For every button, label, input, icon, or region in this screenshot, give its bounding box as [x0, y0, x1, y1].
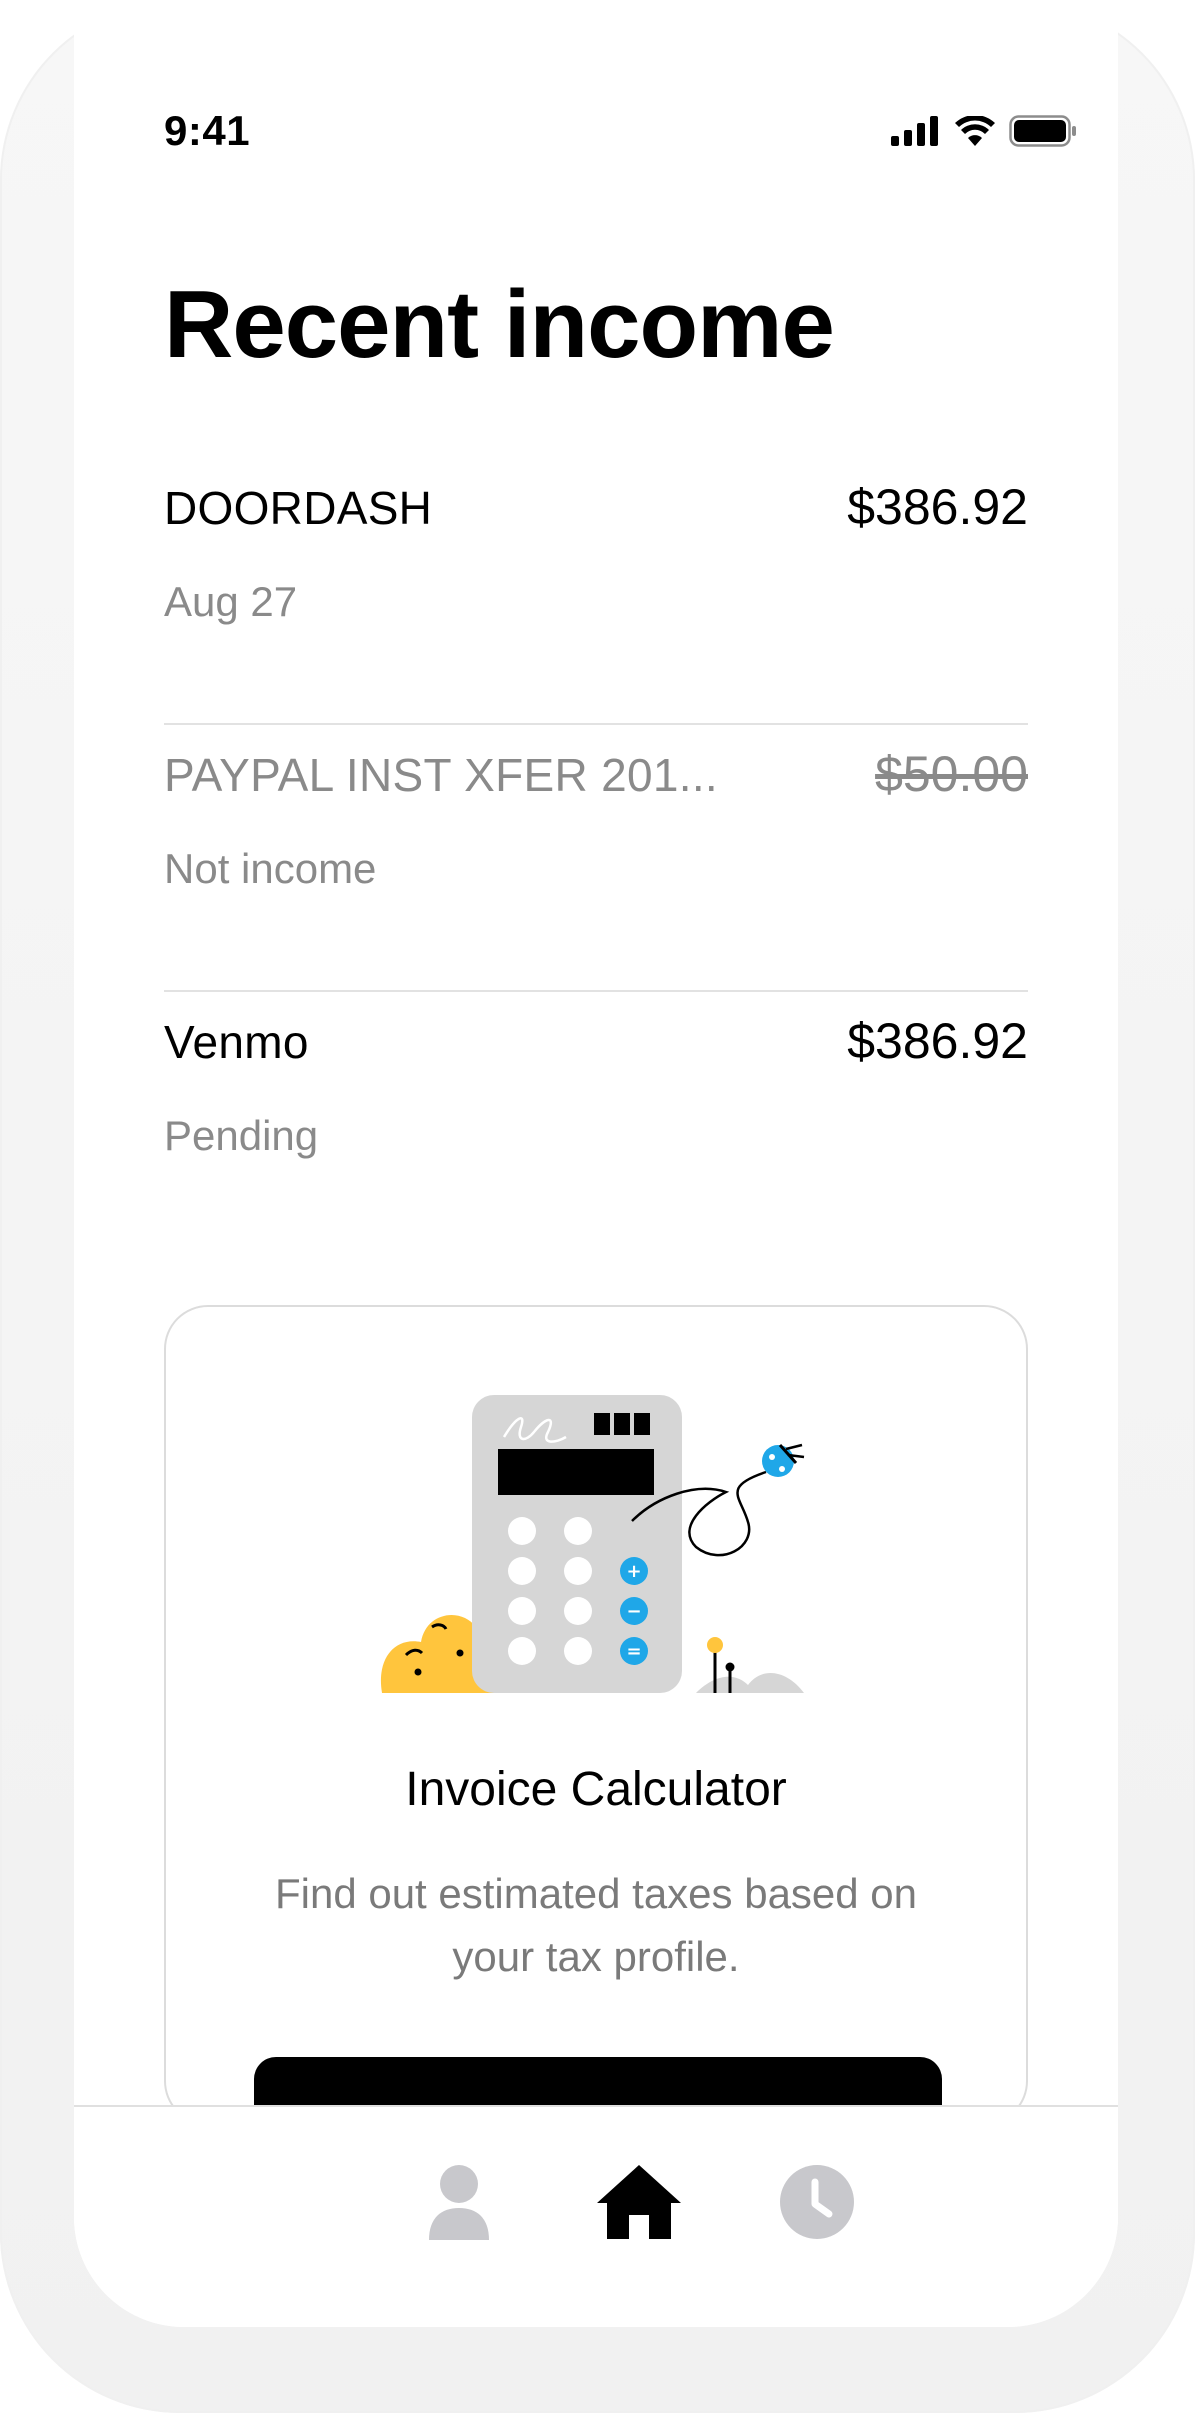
invoice-calculator-card[interactable]: + − = Invoice Calculator Find out estima… — [164, 1305, 1028, 2125]
income-status: Not income — [164, 845, 377, 892]
clock-icon — [780, 2165, 854, 2239]
page-title: Recent income — [164, 271, 835, 378]
income-amount: $386.92 — [847, 1013, 1028, 1069]
card-description: Find out estimated taxes based on your t… — [274, 1870, 918, 1980]
income-status: Pending — [164, 1112, 319, 1159]
nav-item-profile[interactable] — [414, 2157, 504, 2247]
income-date: Aug 27 — [164, 578, 298, 625]
status-bar: 9:41 — [92, 106, 1077, 156]
home-icon — [597, 2165, 681, 2239]
income-list: DOORDASH $386.92 Aug 27 PAYPAL INST XFER… — [164, 458, 1028, 1259]
battery-icon — [1009, 115, 1076, 147]
calculator-minus-key: − — [626, 1601, 641, 1622]
income-item[interactable]: PAYPAL INST XFER 201... $50.00 Not incom… — [164, 725, 1028, 992]
income-amount: $50.00 — [875, 746, 1028, 802]
calculator-illustration: + − = — [380, 1395, 805, 1693]
signal-icon — [891, 116, 938, 146]
status-icons — [891, 115, 1077, 147]
nav-item-home[interactable] — [594, 2157, 684, 2247]
card-title: Invoice Calculator — [405, 1763, 787, 1816]
income-name: Venmo — [164, 1016, 309, 1068]
wifi-icon — [955, 116, 995, 146]
calculator-equals-key: = — [626, 1641, 641, 1662]
person-icon — [429, 2165, 489, 2240]
nav-item-history[interactable] — [772, 2157, 862, 2247]
income-amount: $386.92 — [847, 479, 1028, 535]
income-name: PAYPAL INST XFER 201... — [164, 749, 719, 801]
status-time: 9:41 — [164, 107, 251, 154]
bottom-nav — [74, 2105, 1118, 2327]
income-item[interactable]: Venmo $386.92 Pending — [164, 992, 1028, 1259]
income-item[interactable]: DOORDASH $386.92 Aug 27 — [164, 458, 1028, 725]
income-name: DOORDASH — [164, 482, 433, 534]
calculator-plus-key: + — [626, 1561, 641, 1582]
